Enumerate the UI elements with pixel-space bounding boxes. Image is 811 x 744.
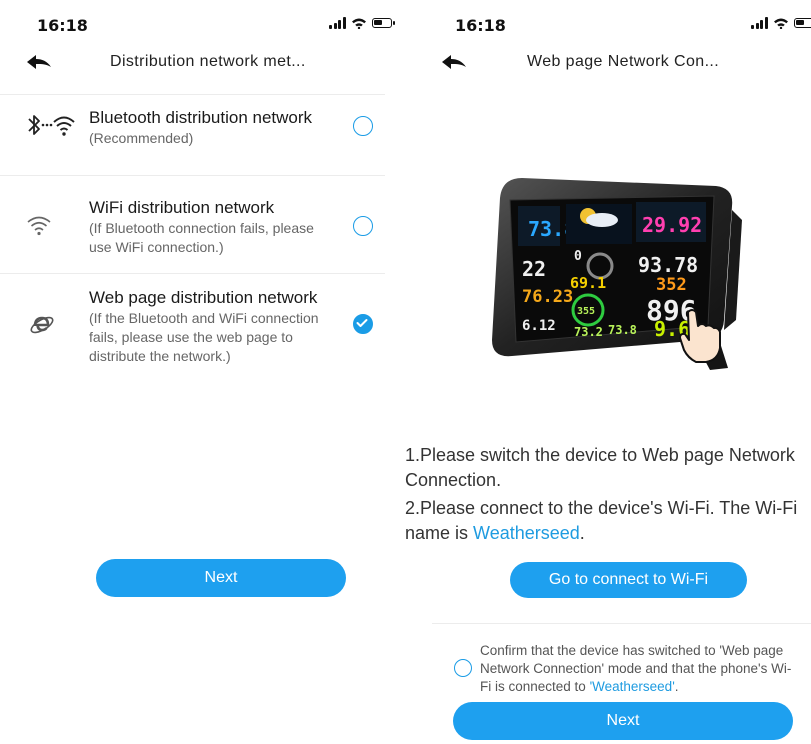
status-time: 16:18 [37, 16, 88, 35]
status-icons [751, 17, 811, 29]
status-time: 16:18 [455, 16, 506, 35]
reading-r7: 352 [656, 275, 687, 295]
step2-text: 2.Please connect to the device's Wi-Fi. … [405, 498, 798, 543]
page-title: Web page Network Con... [527, 53, 720, 70]
option-subtitle: (If the Bluetooth and WiFi connection fa… [89, 310, 319, 364]
next-button[interactable]: Next [96, 559, 346, 597]
distribution-method-screen: 16:18 Distribution network met... Blueto… [0, 0, 405, 744]
wifi-status-icon [351, 18, 366, 29]
confirm-text: Confirm that the device has switched to … [480, 642, 800, 696]
reading-r3: 22 [522, 257, 546, 281]
weather-station-illustration: 73.8 29.92 22 0 93.78 69.1 352 76.23 355… [492, 178, 742, 370]
option-subtitle: (If Bluetooth connection fails, please u… [89, 220, 314, 255]
option-wifi[interactable]: WiFi distribution network (If Bluetooth … [0, 176, 405, 272]
wifi-icon [27, 216, 51, 236]
connect-wifi-button[interactable]: Go to connect to Wi-Fi [510, 562, 747, 598]
step2-suffix: . [579, 523, 585, 543]
instruction-step-2: 2.Please connect to the device's Wi-Fi. … [405, 496, 811, 546]
radio-web-page[interactable] [353, 314, 373, 334]
next-button[interactable]: Next [453, 702, 793, 740]
option-title: WiFi distribution network [89, 198, 275, 217]
cellular-signal-icon [329, 17, 346, 29]
nav-bar: Web page Network Con... [405, 44, 811, 80]
status-bar: 16:18 [405, 0, 811, 40]
option-subtitle: (Recommended) [89, 130, 194, 146]
check-icon [356, 319, 368, 328]
radio-bluetooth[interactable] [353, 116, 373, 136]
wifi-status-icon [773, 18, 788, 29]
confirm-checkbox[interactable] [454, 659, 472, 677]
reading-r2: 29.92 [642, 213, 702, 237]
back-arrow-icon[interactable] [441, 54, 467, 72]
option-web-page[interactable]: Web page distribution network (If the Bl… [0, 274, 405, 374]
option-title: Bluetooth distribution network [89, 108, 313, 127]
page-title: Distribution network met... [110, 53, 306, 70]
web-page-network-screen: 16:18 Web page Network Con... 73.8 29.92… [405, 0, 811, 744]
bluetooth-wifi-icon [28, 115, 75, 136]
option-bluetooth[interactable]: Bluetooth distribution network (Recommen… [0, 94, 405, 174]
wifi-name-link: Weatherseed [473, 523, 580, 543]
reading-r13: 73.8 [608, 323, 637, 337]
confirm-text-suffix: . [674, 679, 679, 694]
back-arrow-icon[interactable] [26, 54, 52, 72]
confirm-wifi-name: 'Weatherseed' [589, 679, 675, 694]
battery-icon [371, 18, 395, 28]
divider [432, 623, 811, 624]
reading-r12: 73.2 [574, 325, 603, 339]
reading-r11: 6.12 [522, 318, 556, 334]
reading-r6: 69.1 [570, 274, 606, 292]
reading-r9: 355 [577, 306, 595, 317]
nav-bar: Distribution network met... [0, 44, 405, 80]
radio-wifi[interactable] [353, 216, 373, 236]
reading-r4: 0 [574, 249, 582, 264]
reading-r5: 93.78 [638, 253, 698, 277]
cellular-signal-icon [751, 17, 768, 29]
status-icons [329, 17, 395, 29]
web-browser-icon [30, 316, 54, 334]
option-title: Web page distribution network [89, 288, 318, 307]
instruction-step-1: 1.Please switch the device to Web page N… [405, 445, 795, 490]
battery-icon [793, 18, 811, 28]
reading-r8: 76.23 [522, 287, 573, 307]
